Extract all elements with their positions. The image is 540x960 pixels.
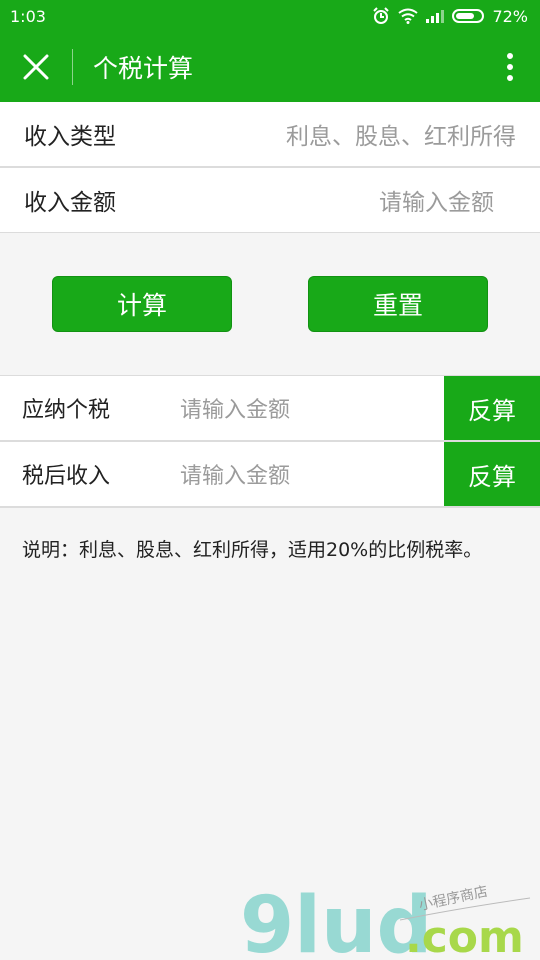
tax-payable-row: 应纳个税 请输入金额 反算 xyxy=(0,376,540,440)
income-amount-input[interactable]: 请输入金额 xyxy=(379,183,540,217)
tax-payable-input[interactable]: 请输入金额 xyxy=(158,392,444,424)
tax-payable-reverse-button[interactable]: 反算 xyxy=(444,376,540,440)
watermark-logo: 9lud .com 小程序商店 xyxy=(240,881,531,960)
divider xyxy=(0,506,540,508)
after-tax-reverse-button[interactable]: 反算 xyxy=(444,442,540,506)
watermark-brand: 9lud xyxy=(240,881,432,960)
note-text: 说明：利息、股息、红利所得，适用20%的比例税率。 xyxy=(22,539,483,561)
battery-percent: 72% xyxy=(492,6,528,26)
signal-icon xyxy=(426,10,445,23)
income-type-row[interactable]: 收入类型 利息、股息、红利所得 xyxy=(0,102,540,166)
income-type-value[interactable]: 利息、股息、红利所得 xyxy=(286,117,540,151)
more-vertical-icon xyxy=(507,53,513,81)
calculate-button[interactable]: 计算 xyxy=(52,276,232,332)
after-tax-label: 税后收入 xyxy=(22,464,111,489)
page-title: 个税计算 xyxy=(93,54,194,83)
divider xyxy=(0,232,540,233)
battery-fill xyxy=(456,13,474,19)
title-bar: 个税计算 xyxy=(0,32,540,102)
alarm-icon xyxy=(373,7,390,24)
income-amount-label: 收入金额 xyxy=(24,190,116,216)
more-button[interactable] xyxy=(480,32,540,102)
status-time: 1:03 xyxy=(10,6,46,26)
status-bar: 1:03 72% xyxy=(0,0,540,32)
after-tax-row: 税后收入 请输入金额 反算 xyxy=(0,442,540,506)
battery-icon xyxy=(452,9,485,23)
close-icon xyxy=(23,54,49,80)
income-type-label: 收入类型 xyxy=(24,124,116,150)
wifi-icon xyxy=(398,8,419,24)
after-tax-input[interactable]: 请输入金额 xyxy=(158,458,444,490)
tax-payable-label: 应纳个税 xyxy=(22,398,111,423)
income-amount-row: 收入金额 请输入金额 xyxy=(0,168,540,232)
status-icons: 72% xyxy=(372,7,528,26)
watermark-domain: .com xyxy=(405,912,524,960)
reset-button[interactable]: 重置 xyxy=(308,276,488,332)
close-button[interactable] xyxy=(0,32,72,102)
title-divider xyxy=(72,49,73,85)
